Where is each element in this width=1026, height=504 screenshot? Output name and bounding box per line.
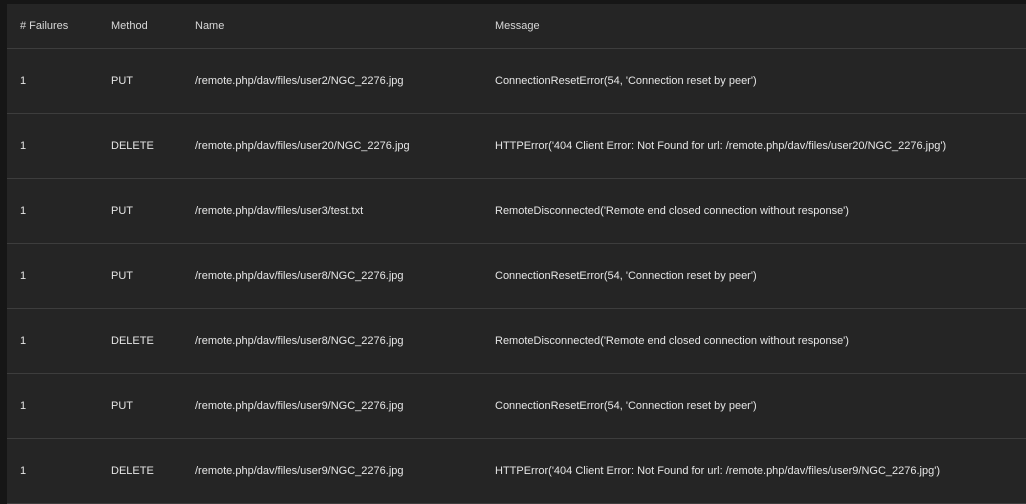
cell-failures: 1 bbox=[20, 269, 27, 282]
cell-message: HTTPError('404 Client Error: Not Found f… bbox=[495, 139, 947, 152]
cell-name: /remote.php/dav/files/user9/NGC_2276.jpg bbox=[195, 399, 404, 412]
cell-failures: 1 bbox=[20, 464, 27, 477]
cell-message: HTTPError('404 Client Error: Not Found f… bbox=[495, 464, 940, 477]
cell-message: ConnectionResetError(54, 'Connection res… bbox=[495, 74, 757, 87]
cell-failures: 1 bbox=[20, 204, 27, 217]
cell-failures: 1 bbox=[20, 399, 27, 412]
column-header-message[interactable]: Message bbox=[495, 4, 1026, 48]
table-row: 1 PUT /remote.php/dav/files/user9/NGC_22… bbox=[7, 373, 1026, 438]
cell-method: PUT bbox=[111, 269, 133, 282]
cell-method: PUT bbox=[111, 204, 133, 217]
table-row: 1 PUT /remote.php/dav/files/user2/NGC_22… bbox=[7, 48, 1026, 113]
table-body: 1 PUT /remote.php/dav/files/user2/NGC_22… bbox=[7, 48, 1026, 503]
header-row: # Failures Method Name Message bbox=[7, 4, 1026, 48]
cell-message: RemoteDisconnected('Remote end closed co… bbox=[495, 204, 849, 217]
table-row: 1 DELETE /remote.php/dav/files/user8/NGC… bbox=[7, 308, 1026, 373]
cell-failures: 1 bbox=[20, 139, 27, 152]
table-row: 1 PUT /remote.php/dav/files/user8/NGC_22… bbox=[7, 243, 1026, 308]
column-header-method[interactable]: Method bbox=[111, 4, 195, 48]
cell-name: /remote.php/dav/files/user3/test.txt bbox=[195, 204, 364, 217]
cell-name: /remote.php/dav/files/user8/NGC_2276.jpg bbox=[195, 334, 404, 347]
failures-panel: # Failures Method Name Message 1 PUT /re… bbox=[7, 4, 1026, 504]
cell-name: /remote.php/dav/files/user9/NGC_2276.jpg bbox=[195, 464, 404, 477]
cell-message: ConnectionResetError(54, 'Connection res… bbox=[495, 399, 757, 412]
cell-name: /remote.php/dav/files/user20/NGC_2276.jp… bbox=[195, 139, 410, 152]
cell-method: DELETE bbox=[111, 464, 154, 477]
cell-method: DELETE bbox=[111, 334, 154, 347]
table-header: # Failures Method Name Message bbox=[7, 4, 1026, 48]
column-header-name[interactable]: Name bbox=[195, 4, 495, 48]
cell-name: /remote.php/dav/files/user2/NGC_2276.jpg bbox=[195, 74, 404, 87]
cell-method: PUT bbox=[111, 74, 133, 87]
failures-table: # Failures Method Name Message 1 PUT /re… bbox=[7, 4, 1026, 504]
cell-method: PUT bbox=[111, 399, 133, 412]
cell-failures: 1 bbox=[20, 74, 27, 87]
cell-failures: 1 bbox=[20, 334, 27, 347]
table-row: 1 PUT /remote.php/dav/files/user3/test.t… bbox=[7, 178, 1026, 243]
cell-name: /remote.php/dav/files/user8/NGC_2276.jpg bbox=[195, 269, 404, 282]
column-header-failures[interactable]: # Failures bbox=[7, 4, 111, 48]
cell-message: ConnectionResetError(54, 'Connection res… bbox=[495, 269, 757, 282]
cell-method: DELETE bbox=[111, 139, 154, 152]
table-row: 1 DELETE /remote.php/dav/files/user9/NGC… bbox=[7, 438, 1026, 503]
cell-message: RemoteDisconnected('Remote end closed co… bbox=[495, 334, 849, 347]
table-row: 1 DELETE /remote.php/dav/files/user20/NG… bbox=[7, 113, 1026, 178]
